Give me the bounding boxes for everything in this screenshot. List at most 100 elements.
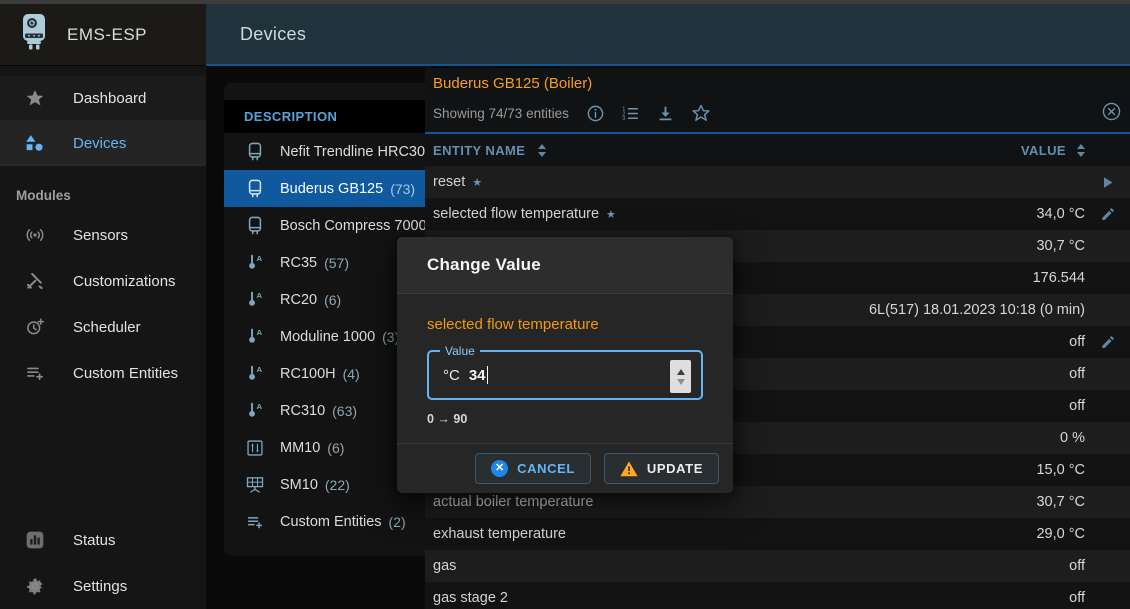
sidebar-item-scheduler[interactable]: Scheduler bbox=[0, 304, 206, 350]
device-entity-count: (22) bbox=[325, 477, 350, 493]
sidebar-item-dashboard[interactable]: Dashboard bbox=[0, 76, 206, 121]
device-entity-count: (4) bbox=[343, 366, 360, 382]
sidebar-item-settings[interactable]: Settings bbox=[0, 563, 206, 609]
device-label: Buderus GB125 bbox=[280, 181, 383, 197]
device-entity-count: (57) bbox=[324, 255, 349, 271]
device-label: Custom Entities bbox=[280, 514, 382, 530]
sidebar: EMS-ESP Dashboard Devices Modules Sensors… bbox=[0, 4, 206, 609]
device-label: RC100H bbox=[280, 366, 336, 382]
column-value[interactable]: VALUE bbox=[1021, 143, 1085, 158]
thermostat-icon: A bbox=[244, 290, 266, 309]
dialog-entity-label: selected flow temperature bbox=[427, 316, 703, 334]
format-list-icon[interactable]: 123 bbox=[621, 104, 640, 123]
scheduler-icon bbox=[23, 317, 47, 337]
device-label: Bosch Compress 7000i bbox=[280, 218, 430, 234]
sidebar-item-label: Custom Entities bbox=[73, 365, 178, 382]
entity-value: off bbox=[1069, 334, 1085, 350]
cancel-button[interactable]: ✕ CANCEL bbox=[475, 453, 591, 484]
toolbar-icons: 123 bbox=[586, 103, 711, 123]
sidebar-item-label: Status bbox=[73, 532, 116, 549]
entity-toolbar: Showing 74/73 entities 123 bbox=[433, 103, 1122, 123]
thermostat-icon: A bbox=[244, 401, 266, 420]
svg-text:A: A bbox=[256, 402, 262, 411]
entity-name: reset bbox=[433, 174, 465, 190]
entity-value: 15,0 °C bbox=[1036, 462, 1085, 478]
svg-text:A: A bbox=[256, 291, 262, 300]
boiler-icon bbox=[244, 142, 266, 162]
entity-name: gas stage 2 bbox=[433, 590, 508, 606]
download-icon[interactable] bbox=[656, 104, 675, 123]
entity-panel-header: Buderus GB125 (Boiler) Showing 74/73 ent… bbox=[425, 68, 1130, 132]
device-label: RC20 bbox=[280, 292, 317, 308]
sidebar-item-label: Settings bbox=[73, 578, 127, 595]
sidebar-item-devices[interactable]: Devices bbox=[0, 121, 206, 166]
device-label: RC35 bbox=[280, 255, 317, 271]
favorite-star-icon: ★ bbox=[606, 208, 616, 221]
entity-value: 34,0 °C bbox=[1036, 206, 1085, 222]
modules-header: Modules bbox=[16, 188, 206, 206]
entity-value: 29,0 °C bbox=[1036, 526, 1085, 542]
execute-icon[interactable] bbox=[1085, 174, 1130, 191]
star-icon bbox=[23, 88, 47, 108]
entity-value: off bbox=[1069, 590, 1085, 606]
entity-value: 30,7 °C bbox=[1036, 494, 1085, 510]
sensors-icon bbox=[23, 225, 47, 245]
sidebar-item-label: Dashboard bbox=[73, 90, 146, 107]
update-button[interactable]: UPDATE bbox=[604, 453, 719, 484]
sidebar-item-label: Sensors bbox=[73, 227, 128, 244]
sort-icon[interactable] bbox=[538, 144, 546, 157]
ems-esp-app: EMS-ESP Dashboard Devices Modules Sensors… bbox=[0, 0, 1130, 609]
app-bar: Devices bbox=[206, 4, 1130, 66]
entity-name: exhaust temperature bbox=[433, 526, 566, 542]
entity-value: 0 % bbox=[1060, 430, 1085, 446]
dialog-title: Change Value bbox=[427, 255, 541, 275]
boiler-logo-icon bbox=[16, 11, 52, 58]
text-caret bbox=[487, 366, 489, 384]
entity-row-gas-stage-2: gas stage 2 off bbox=[425, 582, 1130, 609]
sort-icon[interactable] bbox=[1077, 144, 1085, 157]
star-outline-icon[interactable] bbox=[691, 103, 711, 123]
svg-text:A: A bbox=[256, 254, 262, 263]
close-icon[interactable] bbox=[1101, 101, 1122, 122]
entity-name: actual boiler temperature bbox=[433, 494, 593, 510]
brand-header: EMS-ESP bbox=[0, 4, 206, 66]
device-entity-count: (6) bbox=[327, 440, 344, 456]
solar-icon bbox=[244, 475, 266, 494]
info-icon[interactable] bbox=[586, 104, 605, 123]
brand-title: EMS-ESP bbox=[67, 25, 147, 45]
sidebar-item-custom-entities[interactable]: Custom Entities bbox=[0, 350, 206, 396]
device-label: SM10 bbox=[280, 477, 318, 493]
svg-text:A: A bbox=[256, 365, 262, 374]
entity-value: off bbox=[1069, 398, 1085, 414]
sidebar-item-label: Devices bbox=[73, 135, 126, 152]
unit-prefix: °C bbox=[443, 367, 460, 384]
mixer-icon bbox=[244, 439, 266, 457]
device-entity-count: (63) bbox=[332, 403, 357, 419]
entity-value: 176.544 bbox=[1033, 270, 1085, 286]
device-entity-count: (2) bbox=[389, 514, 406, 530]
device-label: Nefit Trendline HRC30/C bbox=[280, 144, 440, 160]
sidebar-item-sensors[interactable]: Sensors bbox=[0, 212, 206, 258]
sidebar-nav: Dashboard Devices bbox=[0, 66, 206, 166]
device-entity-count: (73) bbox=[390, 181, 415, 197]
thermostat-icon: A bbox=[244, 364, 266, 383]
status-icon bbox=[23, 530, 47, 550]
entity-row-gas: gasoff bbox=[425, 550, 1130, 582]
entity-value: off bbox=[1069, 366, 1085, 382]
sidebar-item-customizations[interactable]: Customizations bbox=[0, 258, 206, 304]
thermostat-icon: A bbox=[244, 327, 266, 346]
edit-icon[interactable] bbox=[1085, 206, 1130, 222]
entity-row-selected-flow-temperature: selected flow temperature★34,0 °C bbox=[425, 198, 1130, 230]
value-input[interactable]: Value °C 34 bbox=[427, 350, 703, 400]
number-stepper[interactable] bbox=[670, 360, 691, 393]
edit-icon[interactable] bbox=[1085, 334, 1130, 350]
thermostat-icon: A bbox=[244, 253, 266, 272]
column-entity-name[interactable]: ENTITY NAME bbox=[433, 143, 546, 158]
value-text: 34 bbox=[469, 367, 486, 384]
change-value-dialog: Change Value selected flow temperature V… bbox=[397, 237, 733, 493]
entity-table-header: ENTITY NAME VALUE bbox=[425, 134, 1130, 166]
device-entity-count: (6) bbox=[324, 292, 341, 308]
entity-row-exhaust-temperature: exhaust temperature 29,0 °C bbox=[425, 518, 1130, 550]
sidebar-item-status[interactable]: Status bbox=[0, 517, 206, 563]
entity-row-reset: reset★ bbox=[425, 166, 1130, 198]
